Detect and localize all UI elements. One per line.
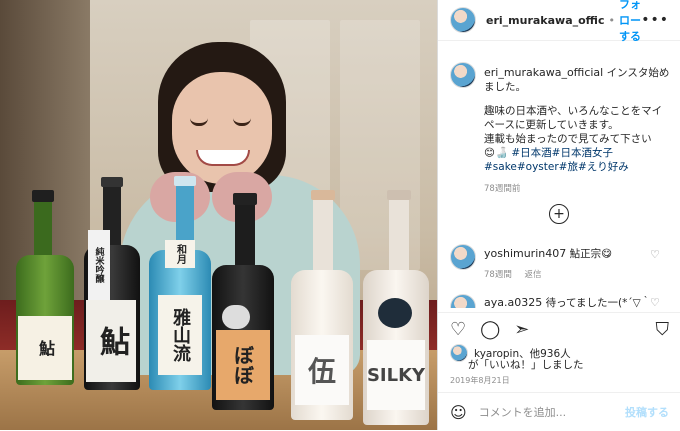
liker-avatar[interactable] (450, 344, 468, 362)
post-actions: ♡ ◯ ➣ ⛉ (438, 312, 680, 345)
follow-button[interactable]: フォローする (619, 0, 641, 44)
caption-emoji: 😊🍶 (484, 147, 509, 159)
comment (450, 294, 476, 308)
post-header: eri_murakawa_offic • フォローする ••• (438, 0, 680, 44)
author-username[interactable]: eri_murakawa_offic (486, 14, 604, 27)
caption-avatar[interactable] (450, 62, 476, 88)
comment: yoshimurin407 鮎正宗😋 78週間 返信 (484, 247, 654, 282)
more-icon[interactable]: ••• (641, 12, 669, 28)
post-sidebar: eri_murakawa_offic • フォローする ••• eri_mura… (437, 0, 680, 430)
share-icon[interactable]: ➣ (514, 319, 529, 340)
comment-input[interactable]: コメントを追加... (479, 404, 567, 420)
post-comment-button[interactable]: 投稿する (625, 404, 669, 420)
comment-input-bar: ☺ コメントを追加... 投稿する (438, 392, 680, 431)
bottle-label: 鮎 (18, 316, 72, 380)
bottle-label: SILKY (367, 340, 425, 410)
separator-dot: • (608, 13, 615, 27)
bottle-seal (378, 298, 412, 328)
bottle-label: 雅山流 (158, 295, 202, 375)
comment-text: 待ってました一(*´▽｀ (545, 297, 652, 308)
comment-like-icon[interactable]: ♡ (650, 296, 660, 306)
caption: eri_murakawa_official インスタ始めました。 趣味の日本酒や… (484, 66, 670, 196)
caption-hashtags[interactable]: #日本酒#日本酒女子 (511, 147, 613, 159)
emoji-icon[interactable]: ☺ (450, 403, 467, 422)
heart-icon[interactable]: ♡ (450, 319, 466, 340)
plus-circle-icon[interactable]: + (549, 204, 569, 224)
bottle-label: ぼぼ (216, 330, 270, 400)
likes-line-2: が「いいね！」しました (468, 359, 584, 371)
comment: aya.a0325 待ってました一(*´▽｀ (484, 296, 654, 308)
bottle-label: 鮎 (86, 300, 136, 382)
comment-icon[interactable]: ◯ (480, 319, 500, 340)
woman-face (172, 72, 272, 184)
commenter-avatar[interactable] (450, 244, 476, 270)
bottle-label (222, 305, 250, 329)
caption-username[interactable]: eri_murakawa_official (484, 66, 603, 79)
bottle-label: 純米吟醸 (88, 230, 110, 300)
comment-username[interactable]: aya.a0325 (484, 296, 542, 308)
post-date: 2019年8月21日 (450, 376, 510, 385)
comment-age: 78週間 (484, 270, 512, 280)
post-photo[interactable]: 鮎 純米吟醸 鮎 和月 雅山流 ぼぼ 伍 SILKY (0, 0, 437, 430)
bottle-label: 和月 (165, 240, 195, 268)
caption-body: 趣味の日本酒や、いろんなことをマイペースに更新していきます。 連載も始まったので… (484, 105, 663, 145)
bookmark-icon[interactable]: ⛉ (656, 319, 670, 340)
commenter-avatar[interactable] (450, 294, 476, 308)
caption-age: 78週間前 (484, 184, 521, 194)
comment-like-icon[interactable]: ♡ (650, 248, 660, 261)
bottle-label: 伍 (295, 335, 349, 405)
reply-button[interactable]: 返信 (525, 270, 542, 280)
comment-username[interactable]: yoshimurin407 (484, 247, 566, 260)
caption-hashtags[interactable]: #sake#oyster#旅#えり好み (484, 160, 670, 174)
woman-smile (196, 150, 250, 166)
author-avatar[interactable] (450, 7, 476, 33)
comment-text: 鮎正宗😋 (569, 248, 613, 260)
